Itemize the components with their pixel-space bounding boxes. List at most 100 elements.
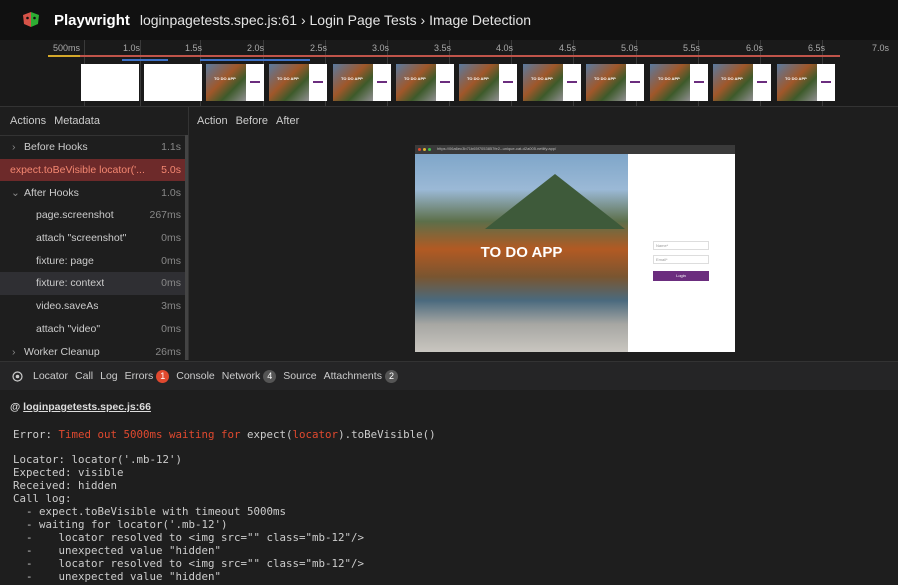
thumbnail-text: TO DO APP [594, 76, 616, 81]
tab-attachments-label: Attachments [323, 370, 382, 382]
action-item-fixture-context[interactable]: fixture: context 0ms [0, 272, 188, 295]
tab-errors[interactable]: Errors 1 [125, 369, 170, 383]
action-item-fixture-page[interactable]: fixture: page 0ms [0, 249, 188, 272]
tab-console[interactable]: Console [176, 370, 215, 382]
error-log-line: - unexpected value "hidden" [13, 570, 222, 583]
chevron-right-icon: › [12, 141, 16, 154]
error-location-prefix: @ [10, 401, 24, 413]
email-input[interactable]: Email* [653, 255, 709, 264]
timeline-tick: 3.5s [434, 43, 452, 53]
timeline-tick: 2.0s [247, 43, 265, 53]
login-button[interactable]: Login [653, 271, 709, 281]
action-label: fixture: page [36, 254, 94, 267]
timeline-tick: 7.0s [872, 43, 890, 53]
timeline-tick: 5.5s [683, 43, 701, 53]
timeline-thumbnail[interactable]: TO DO APP [396, 64, 454, 101]
browser-address-bar: https://06a6ec3b71b65f7053857fe2--unique… [415, 145, 735, 154]
hero-image: TO DO APP [415, 154, 628, 352]
tab-attachments[interactable]: Attachments 2 [323, 369, 398, 383]
error-log-line: Expected: visible [13, 466, 124, 479]
timeline-thumbnail[interactable]: TO DO APP [586, 64, 644, 101]
timeline-thumbnail[interactable]: TO DO APP [269, 64, 327, 101]
action-duration: 1.1s [161, 141, 181, 154]
name-input[interactable]: Name* [653, 241, 709, 250]
tab-metadata[interactable]: Metadata [54, 115, 100, 127]
action-item-expect-to-be-visible[interactable]: expect.toBeVisible locator('... 5.0s [0, 158, 188, 182]
action-duration: 26ms [155, 345, 181, 358]
action-item-worker-cleanup[interactable]: › Worker Cleanup 26ms [0, 340, 188, 363]
thumbnail-text: TO DO APP [658, 76, 680, 81]
timeline-thumbnail[interactable]: TO DO APP [523, 64, 581, 101]
error-timeout-text: Timed out 5000ms waiting for [58, 428, 248, 441]
action-item-attach-screenshot[interactable]: attach "screenshot" 0ms [0, 227, 188, 250]
action-duration: 0ms [161, 232, 181, 245]
error-tail-text: ).toBeVisible() [338, 428, 436, 441]
tab-call[interactable]: Call [75, 370, 93, 382]
timeline[interactable]: 500ms 1.0s 1.5s 2.0s 2.5s 3.0s 3.5s 4.0s… [0, 40, 898, 107]
playwright-logo-icon [23, 12, 39, 27]
action-item-attach-video[interactable]: attach "video" 0ms [0, 318, 188, 341]
timeline-thumbnail[interactable]: TO DO APP [333, 64, 391, 101]
attachments-count-badge: 2 [384, 369, 398, 383]
timeline-thumbnail[interactable]: TO DO APP [206, 64, 264, 101]
snapshot-browser[interactable]: https://06a6ec3b71b65f7053857fe2--unique… [415, 145, 735, 352]
snapshot-tabbar: Action Before After [189, 107, 898, 135]
action-duration: 5.0s [161, 164, 181, 177]
actions-tabbar: Actions Metadata [0, 107, 188, 136]
action-label: Worker Cleanup [24, 345, 100, 358]
thumbnail-text: TO DO APP [277, 76, 299, 81]
test-title-path: loginpagetests.spec.js:61 › Login Page T… [139, 12, 532, 28]
action-label: attach "screenshot" [36, 232, 127, 245]
action-duration: 3ms [161, 300, 181, 313]
action-label: Before Hooks [24, 141, 88, 154]
action-label: video.saveAs [36, 300, 99, 313]
error-log-line: Received: hidden [13, 479, 118, 492]
tab-locator[interactable]: Locator [33, 370, 68, 382]
tab-action[interactable]: Action [197, 115, 228, 127]
browser-url: https://06a6ec3b71b65f7053857fe2--unique… [437, 146, 557, 151]
timeline-thumbnail[interactable] [144, 64, 202, 101]
chevron-down-icon: ⌄ [11, 186, 20, 199]
timeline-tick: 6.0s [746, 43, 764, 53]
timeline-thumbnail[interactable]: TO DO APP [650, 64, 708, 101]
tab-actions[interactable]: Actions [10, 115, 46, 127]
thumbnail-text: TO DO APP [214, 76, 236, 81]
errors-panel: @ loginpagetests.spec.js:66 Error: Timed… [0, 390, 898, 585]
actions-scrollbar[interactable] [185, 135, 188, 360]
action-item-before-hooks[interactable]: › Before Hooks 1.1s [0, 136, 188, 159]
action-item-video-saveas[interactable]: video.saveAs 3ms [0, 295, 188, 318]
timeline-thumbnail[interactable]: TO DO APP [777, 64, 835, 101]
timeline-thumbnail[interactable]: TO DO APP [713, 64, 771, 101]
tab-log[interactable]: Log [100, 370, 118, 382]
thumbnail-text: TO DO APP [531, 76, 553, 81]
tab-network[interactable]: Network 4 [222, 369, 277, 383]
error-log-line: - unexpected value "hidden" [13, 544, 222, 557]
action-label: fixture: context [36, 277, 105, 290]
actions-panel: Actions Metadata › Before Hooks 1.1s exp… [0, 107, 189, 360]
error-expect-text: expect( [247, 428, 293, 441]
error-source-link[interactable]: loginpagetests.spec.js:66 [23, 401, 151, 413]
thumbnail-text: TO DO APP [404, 76, 426, 81]
timeline-thumbnail[interactable] [81, 64, 139, 101]
timeline-bar-action [122, 59, 168, 61]
timeline-tick: 5.0s [621, 43, 639, 53]
action-item-page-screenshot[interactable]: page.screenshot 267ms [0, 204, 188, 227]
timeline-tick: 4.0s [496, 43, 514, 53]
details-tabbar: Locator Call Log Errors 1 Console Networ… [0, 361, 898, 391]
error-log-line: - waiting for locator('.mb-12') [13, 518, 228, 531]
action-label: page.screenshot [36, 209, 114, 222]
tab-after[interactable]: After [276, 115, 299, 127]
error-message: Error: Timed out 5000ms waiting for expe… [13, 428, 436, 441]
thumbnail-text: TO DO APP [721, 76, 743, 81]
error-log-line: Locator: locator('.mb-12') [13, 453, 183, 466]
error-prefix: Error: [13, 428, 59, 441]
tab-source[interactable]: Source [283, 370, 316, 382]
timeline-thumbnail[interactable]: TO DO APP [459, 64, 517, 101]
thumbnail-text: TO DO APP [467, 76, 489, 81]
timeline-tick: 1.0s [123, 43, 141, 53]
action-item-after-hooks[interactable]: ⌄ After Hooks 1.0s [0, 181, 188, 204]
locator-picker-icon[interactable] [12, 370, 23, 382]
tab-before[interactable]: Before [236, 115, 268, 127]
login-form: Name* Email* Login [628, 154, 735, 352]
action-duration: 0ms [161, 254, 181, 267]
